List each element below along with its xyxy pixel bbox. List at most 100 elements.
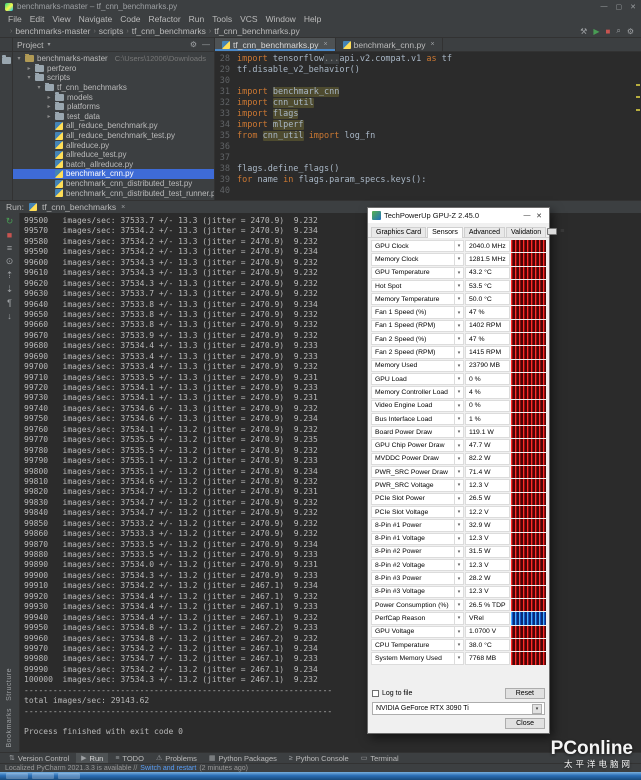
sensor-dropdown-icon[interactable]: ▾	[455, 372, 464, 386]
run-configuration-name[interactable]: tf_cnn_benchmarks	[42, 202, 116, 212]
sensor-dropdown-icon[interactable]: ▾	[455, 585, 464, 599]
sensor-dropdown-icon[interactable]: ▾	[455, 466, 464, 479]
gpuz-window[interactable]: TechPowerUp GPU-Z 2.45.0 — ✕ Graphics Ca…	[367, 207, 564, 734]
run-toolbar-icon[interactable]: ■	[7, 230, 12, 240]
taskbar-item[interactable]	[32, 773, 54, 779]
gpuz-menu-icon[interactable]: ≡	[560, 228, 564, 235]
sensor-dropdown-icon[interactable]: ▾	[455, 572, 464, 585]
sensor-dropdown-icon[interactable]: ▾	[455, 253, 464, 266]
menu-item[interactable]: Code	[116, 14, 144, 24]
tool-window-button[interactable]: ≥ Python Console	[284, 753, 354, 763]
breadcrumb[interactable]: › scripts	[90, 26, 123, 36]
menu-item[interactable]: File	[4, 14, 26, 24]
tree-item[interactable]: ▾ benchmarks-master C:\Users\12006\Downl…	[13, 54, 214, 64]
tree-item[interactable]: ▸ models	[13, 92, 214, 102]
sensor-dropdown-icon[interactable]: ▾	[455, 306, 464, 319]
sensor-dropdown-icon[interactable]: ▾	[455, 412, 464, 426]
maximize-icon[interactable]: ▢	[616, 3, 623, 11]
toolbar-icon[interactable]: ⚒	[580, 27, 587, 36]
gpuz-tab[interactable]: Sensors	[427, 227, 463, 238]
reset-button[interactable]: Reset	[504, 688, 545, 699]
breadcrumb[interactable]: › tf_cnn_benchmarks	[123, 26, 206, 36]
tab-close-icon[interactable]: ×	[430, 41, 434, 48]
menu-item[interactable]: Refactor	[145, 14, 185, 24]
sensor-dropdown-icon[interactable]: ▾	[455, 545, 464, 559]
tree-item[interactable]: allreduce_test.py	[13, 150, 214, 160]
sensor-dropdown-icon[interactable]: ▾	[455, 319, 464, 333]
sensor-dropdown-icon[interactable]: ▾	[455, 293, 464, 306]
sensor-dropdown-icon[interactable]: ▾	[455, 638, 464, 652]
sensor-dropdown-icon[interactable]: ▾	[455, 279, 464, 293]
tool-window-button[interactable]: ▶ Run	[76, 753, 109, 763]
taskbar-item[interactable]	[58, 773, 80, 779]
menu-item[interactable]: Window	[262, 14, 300, 24]
run-toolbar-icon[interactable]: ⊙	[6, 256, 14, 267]
run-tab-close-icon[interactable]: ×	[121, 204, 125, 211]
project-panel-header[interactable]: Project ▾ ⚙ —	[13, 38, 215, 51]
tree-item[interactable]: ▸ perfzero	[13, 63, 214, 74]
gpuz-tab[interactable]: Validation	[505, 227, 547, 237]
gpuz-tab[interactable]: Advanced	[463, 227, 505, 237]
sensor-dropdown-icon[interactable]: ▾	[455, 532, 464, 545]
menu-item[interactable]: Tools	[208, 14, 236, 24]
collapse-icon[interactable]: —	[202, 40, 210, 49]
sensor-dropdown-icon[interactable]: ▾	[455, 492, 464, 505]
menu-item[interactable]: Navigate	[75, 14, 117, 24]
tree-chevron-icon[interactable]: ▾	[16, 55, 22, 62]
sensor-dropdown-icon[interactable]: ▾	[455, 505, 464, 519]
tree-item[interactable]: ▾ scripts	[13, 73, 214, 83]
gpu-select-arrow-icon[interactable]: ▾	[532, 703, 542, 714]
project-tool-icon[interactable]	[1, 55, 11, 64]
toolbar-icon[interactable]: ⚙	[627, 27, 634, 36]
tree-item[interactable]: benchmark_cnn_distributed_test_runner.py	[13, 188, 214, 198]
run-toolbar-icon[interactable]: ↻	[6, 216, 14, 227]
run-toolbar-icon[interactable]: ¶	[7, 298, 12, 308]
switch-and-restart-link[interactable]: Switch and restart	[140, 765, 196, 772]
menu-item[interactable]: Run	[185, 14, 209, 24]
screenshot-camera-icon[interactable]	[547, 228, 558, 235]
tree-chevron-icon[interactable]: ▸	[46, 94, 52, 101]
tree-chevron-icon[interactable]: ▸	[46, 113, 52, 120]
sensor-dropdown-icon[interactable]: ▾	[455, 519, 464, 532]
sensor-dropdown-icon[interactable]: ▾	[455, 266, 464, 279]
gpuz-close-icon[interactable]: ✕	[533, 212, 545, 220]
code-editor[interactable]: 28 import tensorflow...api.v2.compat.v1 …	[215, 52, 641, 200]
sensor-dropdown-icon[interactable]: ▾	[455, 386, 464, 399]
run-toolbar-icon[interactable]: ⇡	[6, 270, 14, 281]
sensor-dropdown-icon[interactable]: ▾	[455, 479, 464, 492]
toolbar-icon[interactable]: ▶	[593, 27, 599, 36]
menu-item[interactable]: Help	[300, 14, 325, 24]
tool-window-button[interactable]: ▭ Terminal	[356, 753, 404, 763]
run-toolbar-icon[interactable]: ↓	[7, 311, 12, 321]
close-icon[interactable]: ✕	[630, 3, 636, 11]
gpuz-titlebar[interactable]: TechPowerUp GPU-Z 2.45.0 — ✕	[368, 208, 549, 223]
tool-window-button[interactable]: ≡ TODO	[110, 753, 149, 763]
tree-item[interactable]: ▸ test_data	[13, 111, 214, 122]
toolbar-icon[interactable]: ⌕	[616, 26, 620, 36]
toolbar-icon[interactable]: ■	[606, 27, 611, 36]
tree-chevron-icon[interactable]: ▾	[26, 74, 32, 81]
sensor-dropdown-icon[interactable]: ▾	[455, 612, 464, 625]
tree-chevron-icon[interactable]: ▾	[36, 84, 42, 91]
tree-item[interactable]: batch_allreduce.py	[13, 160, 214, 170]
tool-window-button[interactable]: ⇅ Version Control	[4, 753, 74, 763]
breadcrumb[interactable]: › tf_cnn_benchmarks.py	[206, 26, 300, 36]
sensor-dropdown-icon[interactable]: ▾	[455, 399, 464, 412]
gpuz-minimize-icon[interactable]: —	[521, 212, 533, 220]
windows-taskbar[interactable]	[0, 772, 641, 780]
tree-chevron-icon[interactable]: ▸	[46, 103, 52, 110]
tree-item[interactable]: all_reduce_benchmark.py	[13, 121, 214, 131]
sensor-dropdown-icon[interactable]: ▾	[455, 652, 464, 665]
tree-item[interactable]: allreduce.py	[13, 140, 214, 150]
menu-item[interactable]: VCS	[236, 14, 261, 24]
run-toolbar-icon[interactable]: ⇣	[6, 284, 14, 295]
editor-tab[interactable]: benchmark_cnn.py ×	[335, 38, 443, 51]
gpu-select[interactable]: NVIDIA GeForce RTX 3090 Ti ▾	[372, 702, 545, 715]
menu-item[interactable]: View	[48, 14, 74, 24]
log-to-file-checkbox[interactable]	[372, 690, 379, 697]
tool-stripe-label[interactable]: Bookmarks	[6, 708, 13, 748]
editor-error-stripe[interactable]	[634, 52, 641, 200]
tree-chevron-icon[interactable]: ▸	[26, 65, 32, 72]
sensor-dropdown-icon[interactable]: ▾	[455, 346, 464, 359]
sensor-dropdown-icon[interactable]: ▾	[455, 625, 464, 638]
